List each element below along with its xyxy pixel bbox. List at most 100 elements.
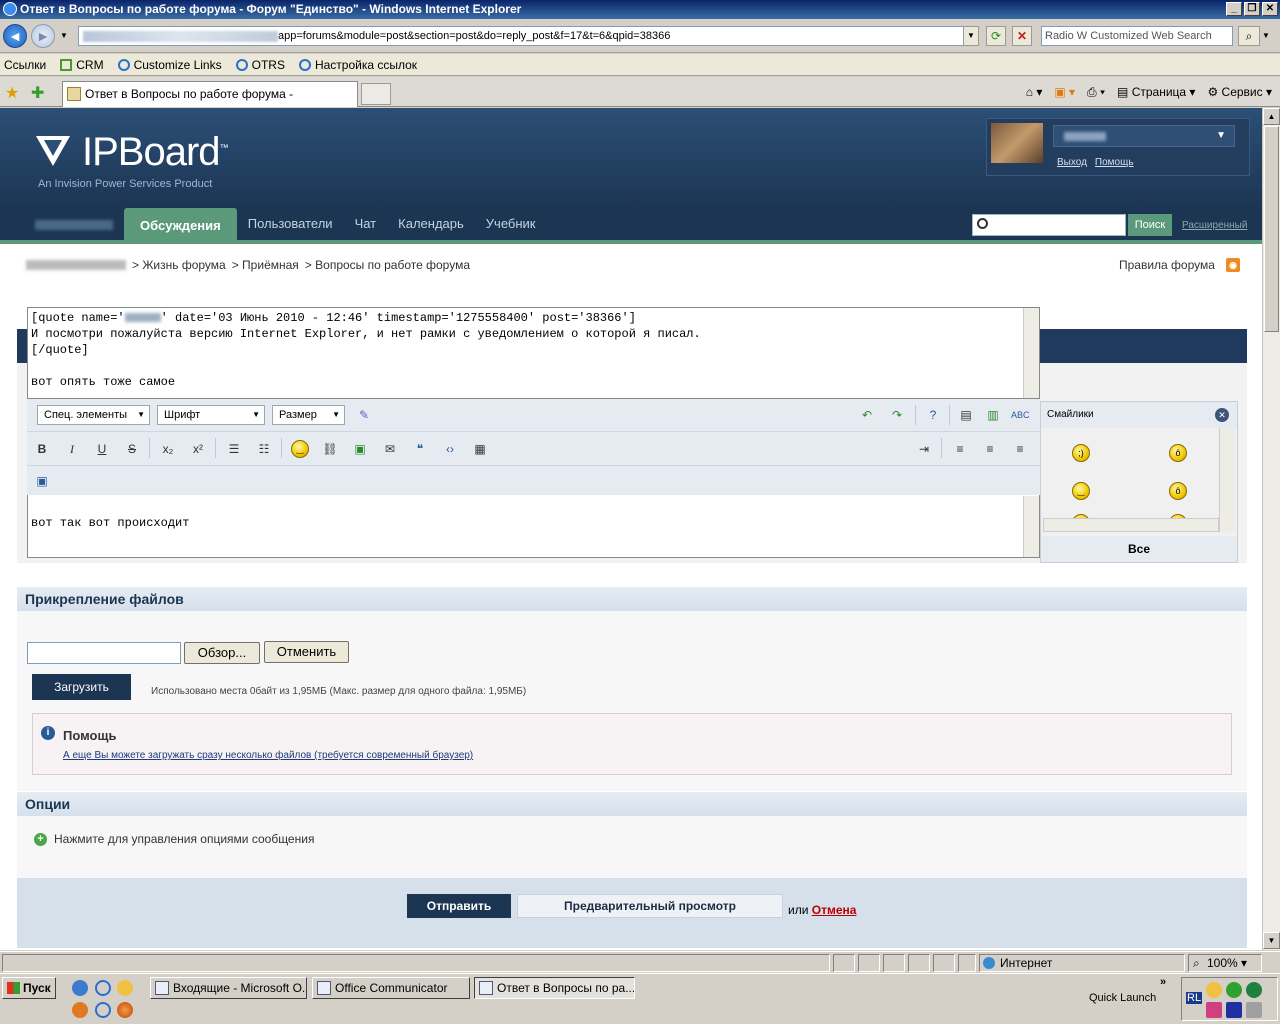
tab-members[interactable]: Пользователи bbox=[237, 208, 344, 240]
smiley-happy[interactable]: ‿ bbox=[1072, 482, 1090, 500]
url-input[interactable]: app=forums&module=post&section=post&do=r… bbox=[78, 26, 978, 46]
cancel-upload-button[interactable]: Отменить bbox=[264, 641, 349, 663]
undo-icon[interactable]: ↶ bbox=[858, 406, 876, 424]
url-dropdown-button[interactable]: ▼ bbox=[963, 26, 979, 46]
show-desktop-icon[interactable] bbox=[72, 980, 88, 996]
tray-icon-network[interactable] bbox=[1246, 982, 1262, 998]
quote-scrollbar[interactable] bbox=[1023, 308, 1039, 398]
strikethrough-icon[interactable]: S bbox=[123, 440, 141, 458]
quote-icon[interactable]: ❝ bbox=[411, 440, 429, 458]
outlook-quicklaunch-icon[interactable] bbox=[117, 980, 133, 996]
align-right-icon[interactable]: ≡ bbox=[1011, 440, 1029, 458]
tray-icon-messenger[interactable] bbox=[1226, 982, 1242, 998]
link-configure-links[interactable]: Настройка ссылок bbox=[298, 54, 417, 75]
maximize-button[interactable]: ❐ bbox=[1244, 2, 1260, 16]
forward-button[interactable]: ► bbox=[31, 24, 55, 48]
tray-icon-keyboard[interactable] bbox=[1226, 1002, 1242, 1018]
close-button[interactable]: ✕ bbox=[1262, 2, 1278, 16]
send-button[interactable]: Отправить bbox=[407, 894, 511, 918]
link-icon[interactable]: ⛓ bbox=[321, 440, 339, 458]
zoom-level[interactable]: ⌕ 100% ▾ bbox=[1188, 954, 1262, 972]
insert-doc-icon[interactable]: ▤ bbox=[957, 406, 975, 424]
search-options-icon[interactable]: ▼ bbox=[1262, 31, 1270, 40]
cancel-post-link[interactable]: Отмена bbox=[812, 903, 857, 917]
forum-search-button[interactable]: Поиск bbox=[1128, 214, 1172, 236]
feeds-icon[interactable]: ▣ ▾ bbox=[1054, 83, 1075, 101]
code-icon[interactable]: ‹› bbox=[441, 440, 459, 458]
stop-icon[interactable]: ✕ bbox=[1012, 26, 1032, 46]
indent-icon[interactable]: ⇥ bbox=[915, 440, 933, 458]
underline-icon[interactable]: U bbox=[93, 440, 111, 458]
smileys-all-button[interactable]: Все bbox=[1041, 536, 1237, 562]
quick-launch-label[interactable]: Quick Launch bbox=[1089, 992, 1156, 1004]
smileys-horizontal-scrollbar[interactable] bbox=[1043, 518, 1219, 532]
upload-doc-icon[interactable]: ▥ bbox=[984, 406, 1002, 424]
task-outlook[interactable]: Входящие - Microsoft O... bbox=[150, 977, 307, 999]
minimize-button[interactable]: _ bbox=[1226, 2, 1242, 16]
tray-icon-misc[interactable] bbox=[1246, 1002, 1262, 1018]
smileys-vertical-scrollbar[interactable] bbox=[1219, 428, 1235, 532]
superscript-icon[interactable]: x² bbox=[189, 440, 207, 458]
favorites-star-icon[interactable]: ★ bbox=[5, 83, 19, 103]
multi-upload-link[interactable]: А еще Вы можете загружать сразу нескольк… bbox=[63, 750, 473, 761]
search-go-icon[interactable]: ⌕ bbox=[1238, 26, 1260, 46]
tab-active[interactable]: Ответ в Вопросы по работе форума - bbox=[62, 81, 358, 107]
media-icon[interactable]: ▦ bbox=[471, 440, 489, 458]
bullet-list-icon[interactable]: ☰ bbox=[225, 440, 243, 458]
align-center-icon[interactable]: ≡ bbox=[981, 440, 999, 458]
tray-icon-app[interactable] bbox=[1206, 1002, 1222, 1018]
spellcheck-icon[interactable]: ABC bbox=[1011, 406, 1030, 424]
avatar[interactable] bbox=[991, 123, 1043, 163]
tray-icon-mail[interactable] bbox=[1206, 982, 1222, 998]
breadcrumb-lobby[interactable]: > Приёмная bbox=[232, 258, 299, 272]
image-icon[interactable]: ▣ bbox=[351, 440, 369, 458]
smiley-wink[interactable]: ;) bbox=[1072, 444, 1090, 462]
task-ie-reply[interactable]: Ответ в Вопросы по ра... bbox=[474, 977, 635, 999]
logout-link[interactable]: Выход bbox=[1057, 157, 1087, 168]
subscript-icon[interactable]: x₂ bbox=[159, 440, 177, 458]
link-crm[interactable]: CRM bbox=[60, 54, 104, 75]
numbered-list-icon[interactable]: ☷ bbox=[255, 440, 273, 458]
file-path-input[interactable] bbox=[27, 642, 181, 664]
smiley-surprised[interactable]: ô bbox=[1169, 482, 1187, 500]
remove-format-icon[interactable]: ✎ bbox=[355, 406, 373, 424]
breadcrumb-forum-life[interactable]: > Жизнь форума bbox=[132, 258, 226, 272]
user-menu-dropdown[interactable]: ▼ bbox=[1053, 125, 1235, 147]
help-link[interactable]: Помощь bbox=[1095, 157, 1134, 168]
tab-discussions[interactable]: Обсуждения bbox=[124, 208, 237, 244]
tab-tutorial[interactable]: Учебник bbox=[475, 208, 547, 240]
language-indicator[interactable]: RL bbox=[1186, 992, 1203, 1004]
font-select[interactable]: Шрифт bbox=[157, 405, 265, 425]
message-body-textarea[interactable]: вот так вот происходит bbox=[27, 495, 1040, 558]
link-otrs[interactable]: OTRS bbox=[235, 54, 285, 75]
scroll-thumb[interactable] bbox=[1264, 126, 1279, 332]
forum-search-input[interactable] bbox=[972, 214, 1126, 236]
tab-site-home[interactable] bbox=[24, 208, 124, 240]
redo-icon[interactable]: ↷ bbox=[888, 406, 906, 424]
web-search-input[interactable]: Radio W Customized Web Search bbox=[1041, 26, 1233, 46]
tab-chat[interactable]: Чат bbox=[344, 208, 388, 240]
help-icon[interactable]: ? bbox=[924, 406, 942, 424]
align-left-icon[interactable]: ≡ bbox=[951, 440, 969, 458]
italic-icon[interactable]: I bbox=[63, 440, 81, 458]
task-communicator[interactable]: Office Communicator bbox=[312, 977, 470, 999]
close-icon[interactable]: ✕ bbox=[1215, 408, 1229, 422]
home-icon[interactable]: ⌂ ▾ bbox=[1026, 83, 1043, 101]
email-quicklaunch-icon[interactable] bbox=[72, 1002, 88, 1018]
page-menu[interactable]: ▤ Страница ▾ bbox=[1117, 83, 1195, 101]
history-dropdown-icon[interactable]: ▼ bbox=[60, 31, 68, 40]
editor-scrollbar[interactable] bbox=[1023, 496, 1039, 557]
breadcrumb-forum-home[interactable] bbox=[26, 260, 126, 270]
scroll-down-icon[interactable]: ▼ bbox=[1263, 932, 1280, 949]
print-icon[interactable]: ⎙ ▾ bbox=[1087, 83, 1105, 101]
advanced-search-link[interactable]: Расширенный bbox=[1182, 220, 1247, 231]
ie2-quicklaunch-icon[interactable] bbox=[95, 1002, 111, 1018]
toggle-editor-icon[interactable]: ▣ bbox=[33, 472, 51, 490]
quick-launch-expand-icon[interactable]: » bbox=[1160, 976, 1166, 988]
upload-button[interactable]: Загрузить bbox=[32, 674, 131, 700]
rss-icon[interactable]: ◉ bbox=[1226, 258, 1240, 272]
ie-quicklaunch-icon[interactable] bbox=[95, 980, 111, 996]
new-tab-button[interactable] bbox=[361, 83, 391, 105]
emoticon-icon[interactable]: ‿ bbox=[291, 440, 309, 458]
size-select[interactable]: Размер bbox=[272, 405, 345, 425]
